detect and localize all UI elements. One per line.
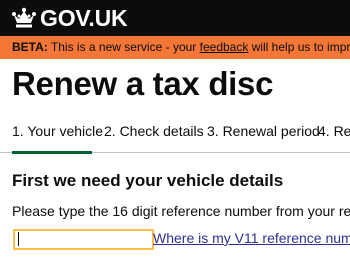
govuk-logo-link[interactable]: GOV.UK — [40, 5, 128, 31]
feedback-link[interactable]: feedback — [200, 40, 249, 54]
step-check-details[interactable]: 2. Check details — [104, 118, 204, 151]
text-caret — [18, 232, 19, 246]
page-title: Renew a tax disc — [12, 65, 274, 102]
page: GOV.UK BETA: This is a new service - you… — [0, 0, 350, 260]
beta-tag: BETA: — [12, 40, 48, 54]
section-title: First we need your vehicle details — [12, 171, 284, 190]
reference-instruction: Please type the 16 digit reference numbe… — [12, 203, 350, 219]
govuk-header: GOV.UK — [0, 0, 350, 36]
step-your-vehicle[interactable]: 1. Your vehicle — [12, 118, 103, 154]
step-renewal-period[interactable]: 3. Renewal period — [207, 118, 320, 151]
beta-text-after: will help us to improve it — [251, 40, 350, 54]
beta-text-before: This is a new service - your — [50, 40, 197, 54]
step-navigation: 1. Your vehicle 2. Check details 3. Rene… — [0, 118, 350, 154]
reference-number-input[interactable] — [13, 229, 154, 250]
v11-help-link[interactable]: Where is my V11 reference number? — [153, 229, 350, 247]
beta-banner: BETA: This is a new service - your feedb… — [0, 36, 350, 59]
step-four[interactable]: 4. Re — [318, 118, 350, 151]
crown-icon — [12, 7, 36, 28]
